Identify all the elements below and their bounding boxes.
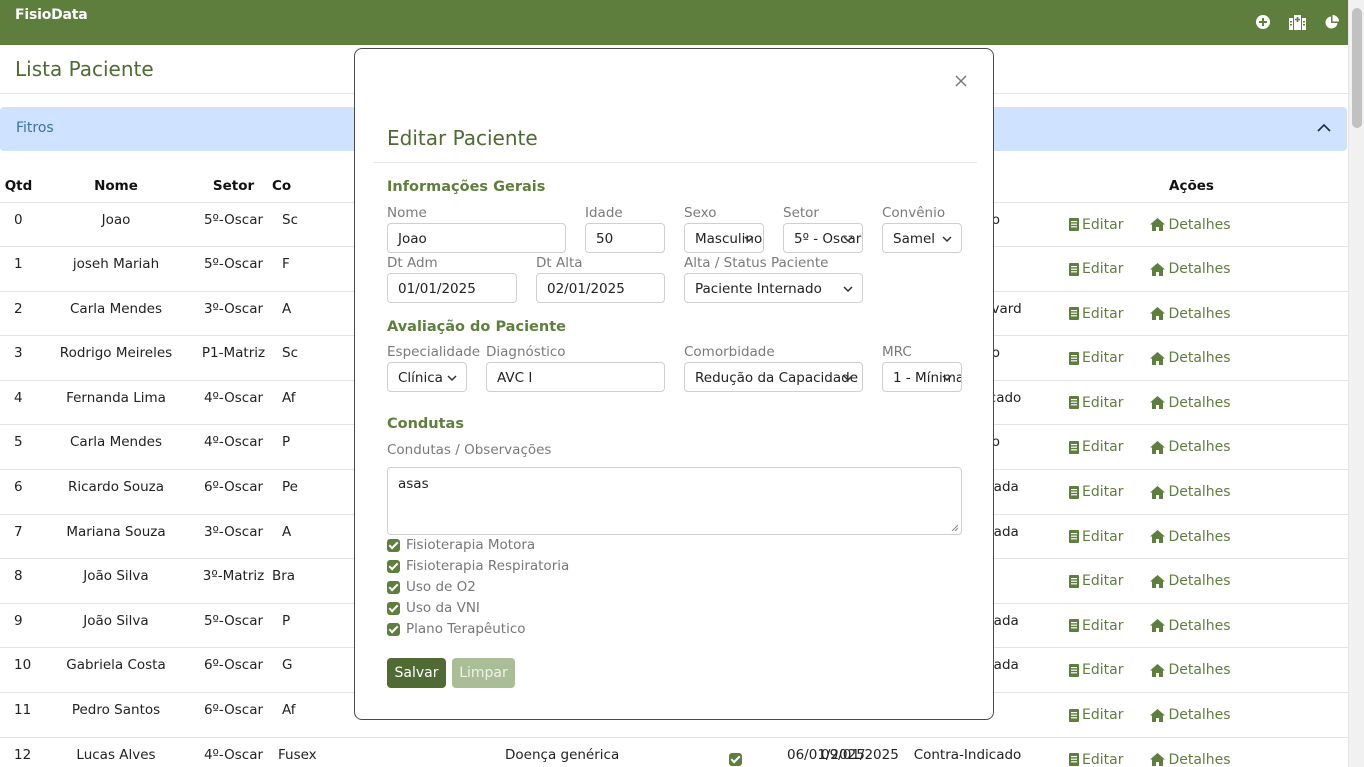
chevron-down-icon: [843, 286, 853, 293]
chevron-down-icon: [744, 236, 754, 243]
checkbox-label: Uso da VNI: [406, 600, 480, 616]
especialidade-value: Clínica: [398, 370, 443, 386]
edit-patient-modal: Editar Paciente Informações Gerais Nome …: [354, 48, 994, 720]
checkbox-checked[interactable]: [387, 601, 400, 615]
section-general: Informações Gerais: [387, 179, 546, 195]
status-select[interactable]: Paciente Internado: [684, 273, 863, 303]
checkbox-uso-o2[interactable]: Uso de O2: [387, 579, 476, 595]
label-idade: Idade: [585, 205, 623, 221]
mrc-select[interactable]: 1 - Mínima: [882, 362, 962, 392]
chevron-down-icon: [942, 236, 952, 243]
checkbox-checked[interactable]: [387, 580, 400, 594]
label-status: Alta / Status Paciente: [684, 255, 829, 271]
checkbox-plano-terapeutico[interactable]: Plano Terapêutico: [387, 621, 526, 637]
label-dt-alta: Dt Alta: [536, 255, 583, 271]
label-dt-adm: Dt Adm: [387, 255, 438, 271]
resize-grip-icon[interactable]: [951, 524, 959, 532]
label-sexo: Sexo: [684, 205, 717, 221]
chevron-down-icon: [942, 375, 952, 382]
dt-alta-input[interactable]: 02/01/2025: [536, 273, 665, 303]
checkbox-fisioterapia-motora[interactable]: Fisioterapia Motora: [387, 537, 535, 553]
checkbox-checked[interactable]: [387, 622, 400, 636]
label-especialidade: Especialidade: [387, 344, 481, 360]
diagnostico-input[interactable]: AVC I: [486, 362, 665, 392]
scrollbar-thumb[interactable]: [1352, 8, 1362, 128]
chevron-down-icon: [843, 236, 853, 243]
idade-input[interactable]: 50: [585, 223, 665, 253]
label-comorbidade: Comorbidade: [684, 344, 775, 360]
label-diagnostico: Diagnóstico: [486, 344, 566, 360]
sexo-select[interactable]: Masculino: [684, 223, 764, 253]
label-setor: Setor: [783, 205, 819, 221]
checkbox-uso-vni[interactable]: Uso da VNI: [387, 600, 480, 616]
chevron-down-icon: [843, 375, 853, 382]
label-mrc: MRC: [882, 344, 912, 360]
label-nome: Nome: [387, 205, 427, 221]
status-value: Paciente Internado: [695, 281, 822, 297]
observacoes-textarea[interactable]: asas: [387, 467, 962, 535]
save-button[interactable]: Salvar: [387, 658, 446, 688]
close-icon[interactable]: [953, 73, 969, 89]
label-convenio: Convênio: [882, 205, 946, 221]
nome-input[interactable]: Joao: [387, 223, 566, 253]
convenio-value: Samel: [893, 231, 936, 247]
especialidade-select[interactable]: Clínica: [387, 362, 467, 392]
modal-title: Editar Paciente: [387, 126, 538, 150]
chevron-down-icon: [447, 375, 457, 382]
comorbidade-select[interactable]: Redução da Capacidade: [684, 362, 863, 392]
modal-divider: [373, 162, 977, 163]
checkbox-label: Uso de O2: [406, 579, 476, 595]
checkbox-checked[interactable]: [387, 559, 400, 573]
checkbox-label: Fisioterapia Respiratoria: [406, 558, 570, 574]
modal-overlay: Editar Paciente Informações Gerais Nome …: [0, 0, 1348, 767]
comorbidade-value: Redução da Capacidade: [695, 370, 859, 386]
checkbox-label: Plano Terapêutico: [406, 621, 526, 637]
convenio-select[interactable]: Samel: [882, 223, 962, 253]
label-observacoes: Condutas / Observações: [387, 442, 552, 458]
observacoes-value: asas: [398, 476, 429, 492]
setor-select[interactable]: 5º - Oscar: [783, 223, 863, 253]
checkbox-label: Fisioterapia Motora: [406, 537, 536, 553]
checkbox-fisioterapia-respiratoria[interactable]: Fisioterapia Respiratoria: [387, 558, 569, 574]
dt-adm-input[interactable]: 01/01/2025: [387, 273, 517, 303]
page-scrollbar[interactable]: [1348, 0, 1364, 767]
checkbox-checked[interactable]: [387, 538, 400, 552]
clear-button[interactable]: Limpar: [452, 658, 515, 688]
section-evaluation: Avaliação do Paciente: [387, 319, 566, 335]
section-conducts: Condutas: [387, 416, 464, 432]
